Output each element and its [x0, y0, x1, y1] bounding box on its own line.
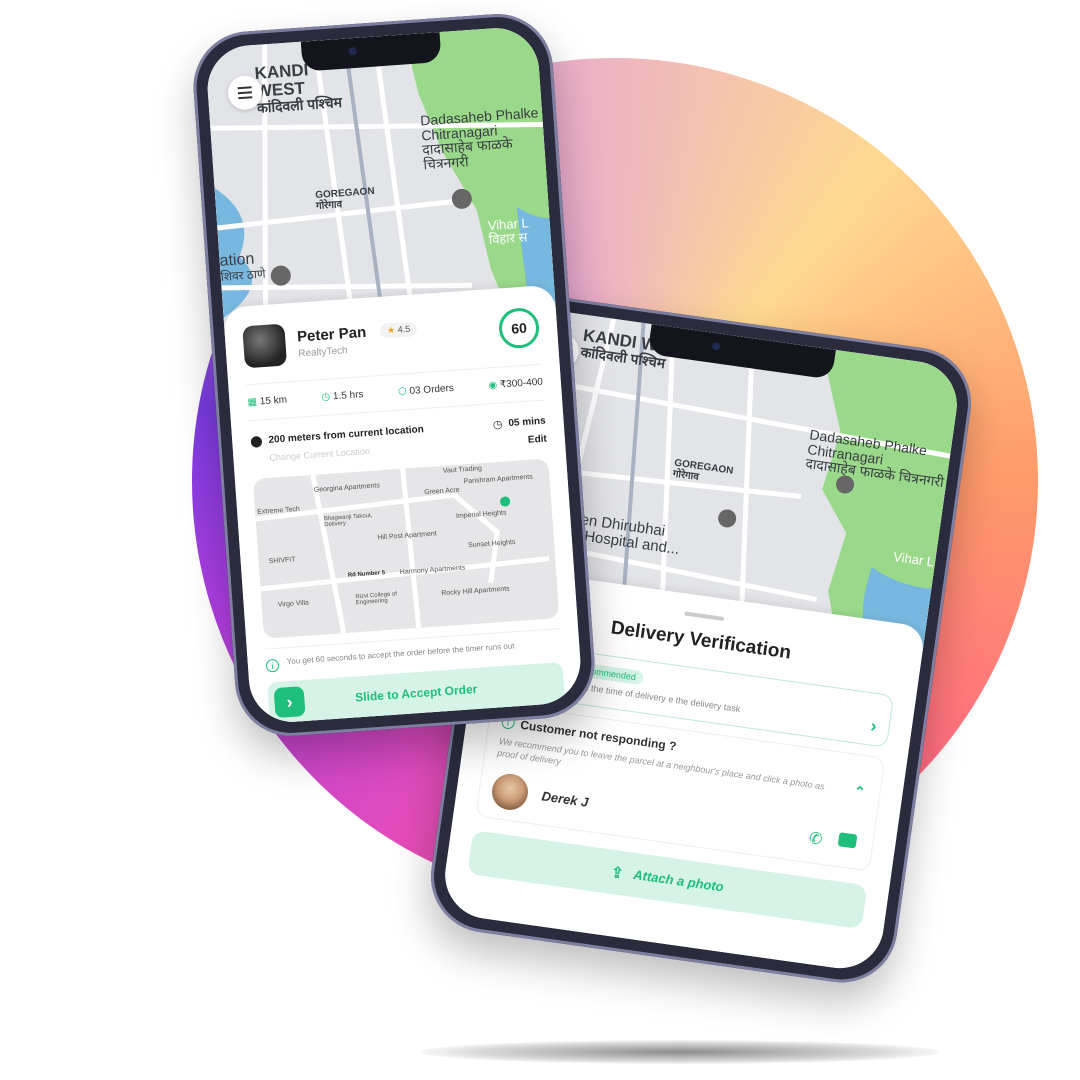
stat-duration: ◷ 1.5 hrs	[321, 389, 364, 404]
star-icon: ★	[386, 324, 396, 335]
map-label-goregaon: GOREGAON गोरेगाव	[314, 185, 375, 212]
business-logo	[242, 323, 288, 369]
slide-to-accept[interactable]: › Slide to Accept Order	[267, 661, 566, 725]
order-card: Peter Pan ★ 4.5 RealtyTech 60 ▦ 15 km ◷ …	[222, 284, 584, 725]
stat-distance: ▦ 15 km	[247, 394, 288, 409]
mini-map[interactable]: Georgina Apartments Vaut Trading Green A…	[252, 458, 560, 639]
map-label-vihar: Vihar L विहार स	[487, 215, 530, 247]
edit-link[interactable]: Edit	[494, 434, 548, 449]
phone-order-request: KANDI WEST कांदिवली पश्चिम Dadasaheb Phal…	[189, 10, 599, 740]
sheet-handle[interactable]	[684, 611, 725, 621]
chevron-right-icon: ›	[285, 691, 294, 713]
chat-icon[interactable]	[837, 831, 858, 849]
stat-price: ◉ ₹300-400	[488, 376, 544, 392]
chevron-up-icon[interactable]: ⌃	[853, 782, 867, 800]
phone-shadow	[420, 1040, 940, 1064]
clock-icon: ◷	[321, 391, 331, 404]
stat-orders: ⬡ 03 Orders	[397, 382, 455, 398]
mini-map-roads	[255, 468, 550, 634]
slide-label: Slide to Accept Order	[354, 681, 478, 705]
location-pin-icon: ⬤	[249, 435, 264, 449]
avatar	[489, 771, 531, 813]
upload-icon: ⇪	[609, 863, 625, 883]
map-label-station: ationशिवर ठाणे	[219, 250, 267, 284]
chevron-right-icon[interactable]: ›	[869, 716, 878, 738]
location-text: 200 meters from current location	[268, 424, 425, 446]
countdown-timer: 60	[497, 306, 541, 350]
price-icon: ◉	[488, 379, 498, 392]
box-icon: ⬡	[397, 386, 408, 398]
rating-value: 4.5	[397, 323, 411, 335]
timer-value: 60	[510, 319, 528, 337]
slider-handle[interactable]: ›	[273, 686, 306, 719]
customer-name: Peter Pan	[296, 323, 367, 346]
rating-badge: ★ 4.5	[379, 320, 418, 339]
attach-photo-label: Attach a photo	[632, 867, 725, 895]
clock-icon: ◷	[492, 418, 503, 432]
map-icon: ▦	[247, 396, 258, 409]
phone-screen: KANDI WEST कांदिवली पश्चिम Dadasaheb Phal…	[204, 25, 584, 725]
contact-name: Derek J	[540, 788, 590, 811]
phone-icon[interactable]: ✆	[808, 828, 824, 850]
info-icon: i	[265, 658, 280, 673]
stage: KANDI WEST कांदिवली पश्चिम Dadasaheb Phal…	[0, 0, 1080, 1080]
map-label-park: Dadasaheb Phalke Chitranagari दादासाहेब फ…	[419, 104, 539, 173]
eta-value: 05 mins	[508, 415, 546, 430]
